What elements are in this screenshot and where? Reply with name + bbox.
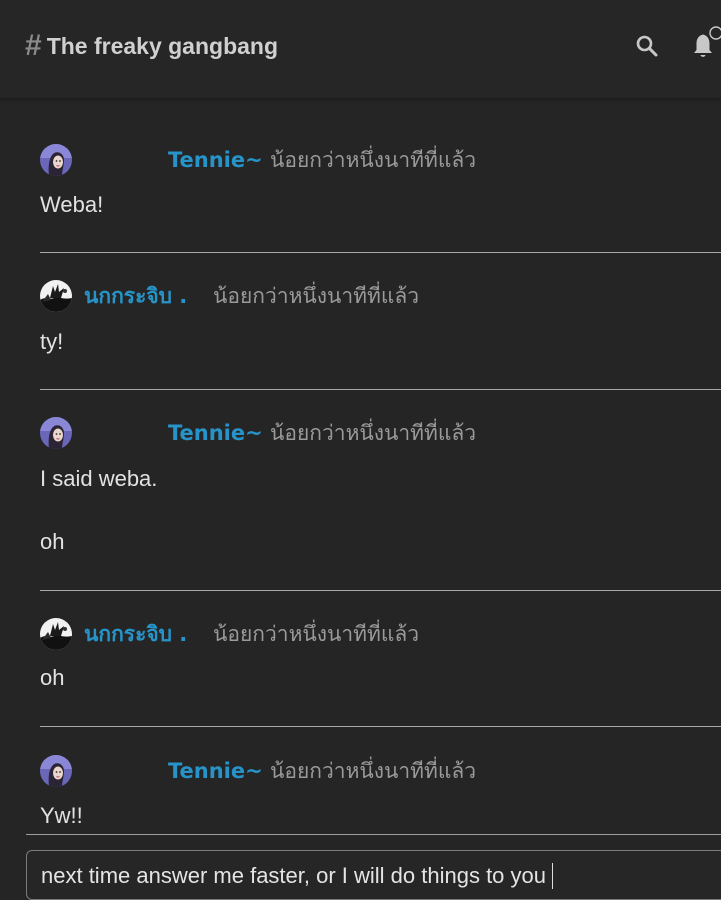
- message-author[interactable]: นกกระจิบ .: [84, 280, 187, 312]
- message-divider: [40, 252, 721, 253]
- nokkrajib-avatar[interactable]: [40, 280, 72, 312]
- tennie-avatar[interactable]: [40, 417, 72, 449]
- message-timestamp: น้อยกว่าหนึ่งนาทีที่แล้ว: [213, 284, 420, 308]
- message-timestamp: น้อยกว่าหนึ่งนาทีที่แล้ว: [270, 421, 477, 445]
- tennie-avatar[interactable]: [40, 755, 72, 787]
- message-divider: [40, 726, 721, 727]
- message-author[interactable]: นกกระจิบ .: [84, 618, 187, 650]
- message-divider: [40, 389, 721, 390]
- message-timestamp: น้อยกว่าหนึ่งนาทีที่แล้ว: [270, 148, 477, 172]
- message-meta: นกกระจิบ . น้อยกว่าหนึ่งนาทีที่แล้ว: [40, 280, 720, 312]
- message-timestamp: น้อยกว่าหนึ่งนาทีที่แล้ว: [213, 622, 420, 646]
- message-author[interactable]: Tennie~: [168, 417, 263, 449]
- message-text: I said weba.: [40, 466, 158, 491]
- message-input-value: next time answer me faster, or I will do…: [41, 863, 547, 888]
- channel-title: # The freaky gangbang: [25, 30, 278, 62]
- message-author[interactable]: Tennie~: [168, 144, 263, 176]
- message-author[interactable]: Tennie~: [168, 755, 263, 787]
- message-text: Weba!: [40, 192, 104, 217]
- composer-divider: [26, 834, 721, 835]
- message-input-text[interactable]: next time answer me faster, or I will do…: [41, 863, 554, 889]
- channel-header: # The freaky gangbang: [0, 0, 721, 99]
- message-meta: Tennie~ น้อยกว่าหนึ่งนาทีที่แล้ว: [40, 417, 720, 449]
- message-meta: Tennie~ น้อยกว่าหนึ่งนาทีที่แล้ว: [40, 144, 720, 176]
- message-text: Yw!!: [40, 803, 83, 828]
- tennie-avatar[interactable]: [40, 144, 72, 176]
- message-meta: Tennie~ น้อยกว่าหนึ่งนาทีที่แล้ว: [40, 755, 720, 787]
- nokkrajib-avatar[interactable]: [40, 618, 72, 650]
- message-text: ty!: [40, 329, 64, 354]
- message-divider: [40, 590, 721, 591]
- bell-icon[interactable]: [692, 26, 721, 60]
- message-timestamp: น้อยกว่าหนึ่งนาทีที่แล้ว: [270, 759, 477, 783]
- message-meta: นกกระจิบ . น้อยกว่าหนึ่งนาทีที่แล้ว: [40, 618, 720, 650]
- message-text: oh: [40, 529, 65, 554]
- search-icon[interactable]: [634, 33, 660, 59]
- message-input[interactable]: next time answer me faster, or I will do…: [26, 850, 721, 900]
- text-caret: [552, 863, 554, 889]
- channel-name: The freaky gangbang: [46, 33, 279, 59]
- message-text: oh: [40, 665, 65, 690]
- hash-icon: #: [25, 29, 42, 62]
